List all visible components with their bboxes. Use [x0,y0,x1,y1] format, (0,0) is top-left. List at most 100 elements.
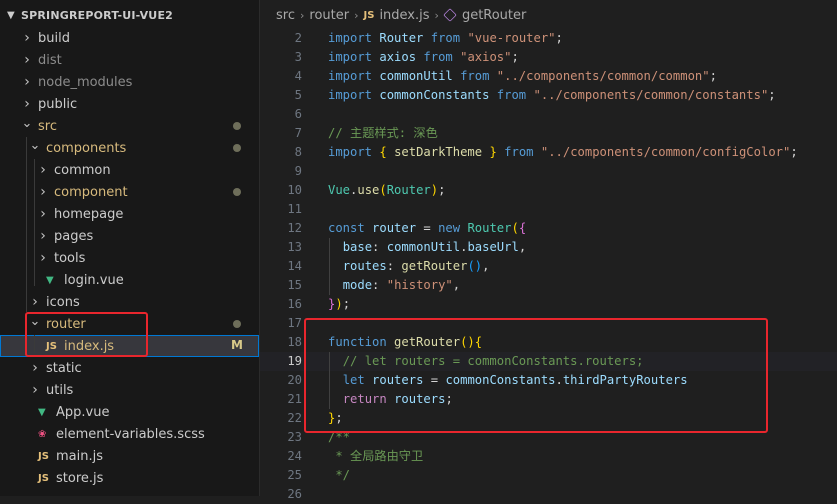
tree-item-build[interactable]: › build [0,27,259,49]
code-line[interactable]: 18 function getRouter(){ [260,333,837,352]
code-line[interactable]: 17 [260,314,837,333]
code-line[interactable]: 11 [260,200,837,219]
code-token: baseUrl [467,240,519,254]
code-line[interactable]: 8 import { setDarkTheme } from "../compon… [260,143,837,162]
code-line[interactable]: 2 import Router from "vue-router"; [260,29,837,48]
indent-guide [26,137,27,312]
code-line[interactable]: 13 base: commonUtil.baseUrl, [260,238,837,257]
scss-file-icon: ❀ [38,428,47,440]
tree-item-label: dist [38,52,62,68]
code-line[interactable]: 25 */ [260,466,837,485]
chevron-right-icon: › [40,228,46,244]
tree-item-index-js[interactable]: JS index.js M [0,335,259,357]
code-text: import axios from "axios"; [328,48,519,67]
breadcrumb-item-src[interactable]: src [276,8,295,23]
code-token: ; [555,31,563,45]
code-token: () [460,335,475,349]
tree-item-router[interactable]: ⌄ router [0,313,259,335]
explorer-root-header[interactable]: ▼ SPRINGREPORT-UI-VUE2 [0,0,259,30]
code-token: commonConstants [379,88,490,102]
code-line[interactable]: 19 // let routers = commonConstants.rout… [260,352,837,371]
code-text: routes: getRouter(), [328,257,490,276]
code-line[interactable]: 4 import commonUtil from "../components/c… [260,67,837,86]
tree-item-element-variables-scss[interactable]: ❀ element-variables.scss [0,423,259,445]
code-line[interactable]: 22}; [260,409,837,428]
code-token: import [328,31,373,45]
tree-item-dist[interactable]: › dist [0,49,259,71]
tree-item-label: main.js [56,448,103,464]
code-line[interactable]: 9 [260,162,837,181]
explorer-panel: ▼ SPRINGREPORT-UI-VUE2 › build › dist › node_… [0,0,260,496]
line-number: 3 [294,50,302,64]
line-number: 9 [294,164,302,178]
line-number: 13 [287,240,302,254]
indent-guide [34,159,35,286]
chevron-right-icon: › [40,206,46,222]
code-line[interactable]: 15 mode: "history", [260,276,837,295]
code-text: let routers = commonConstants.thirdParty… [328,371,688,390]
tree-item-label: utils [46,382,74,398]
tree-item-node-modules[interactable]: › node_modules [0,71,259,93]
tree-item-common[interactable]: › common [0,159,259,181]
breadcrumb-item-router[interactable]: router [309,8,349,23]
code-line[interactable]: 3 import axios from "axios"; [260,48,837,67]
line-number: 20 [287,373,302,387]
tree-item-tools[interactable]: › tools [0,247,259,269]
code-token: "../components/common/common" [496,69,710,83]
code-line[interactable]: 21 return routers; [260,390,837,409]
tree-item-app-vue[interactable]: ▼ App.vue [0,401,259,423]
code-text: // let routers = commonConstants.routers… [328,352,644,371]
code-line[interactable]: 16}); [260,295,837,314]
code-text: }; [328,409,343,428]
code-token: mode [342,278,373,292]
tree-item-static[interactable]: › static [0,357,259,379]
tree-item-main-js[interactable]: JS main.js [0,445,259,467]
code-line[interactable]: 7 // 主题样式: 深色 [260,124,837,143]
tree-item-public[interactable]: › public [0,93,259,115]
code-line[interactable]: 14 routes: getRouter(), [260,257,837,276]
code-token: from [430,31,461,45]
line-number: 18 [287,335,302,349]
code-line[interactable]: 24 * 全局路由守卫 [260,447,837,466]
code-token: ; [342,297,351,311]
tree-item-icons[interactable]: › icons [0,291,259,313]
tree-item-store-js[interactable]: JS store.js [0,467,259,489]
js-file-icon: JS [38,472,49,484]
tree-item-src[interactable]: ⌄ src [0,115,259,137]
tree-item-components[interactable]: ⌄ components [0,137,259,159]
breadcrumb: src › router › JS index.js › getRouter [260,0,837,30]
line-number: 17 [287,316,302,330]
breadcrumb-item-file[interactable]: index.js [379,8,429,23]
tree-item-component[interactable]: › component [0,181,259,203]
line-number: 14 [287,259,302,273]
tree-item-label: component [54,184,128,200]
code-line[interactable]: 6 [260,105,837,124]
code-line[interactable]: 5 import commonConstants from "../compone… [260,86,837,105]
indent-guide [329,257,330,276]
code-line[interactable]: 23 /** [260,428,837,447]
code-line[interactable]: 12 const router = new Router({ [260,219,837,238]
tree-item-homepage[interactable]: › homepage [0,203,259,225]
code-line[interactable]: 10 Vue.use(Router); [260,181,837,200]
tree-item-label: static [46,360,82,376]
tree-item-pages[interactable]: › pages [0,225,259,247]
line-number: 24 [287,449,302,463]
tree-item-login-vue[interactable]: ▼ login.vue [0,269,259,291]
js-file-icon: JS [46,340,57,352]
tree-item-utils[interactable]: › utils [0,379,259,401]
chevron-right-icon: › [24,96,30,112]
code-line[interactable]: 26 [260,485,837,504]
breadcrumb-item-symbol[interactable]: getRouter [462,8,526,23]
code-line[interactable]: 20 let routers = commonConstants.thirdPa… [260,371,837,390]
tree-item-label: src [38,118,57,134]
indent-guide [329,276,330,295]
code-token: new [438,221,461,235]
code-token: ( [379,183,387,197]
explorer-root-label: SPRINGREPORT-UI-VUE2 [21,8,174,22]
editor-panel: src › router › JS index.js › getRouter 2… [260,0,837,501]
